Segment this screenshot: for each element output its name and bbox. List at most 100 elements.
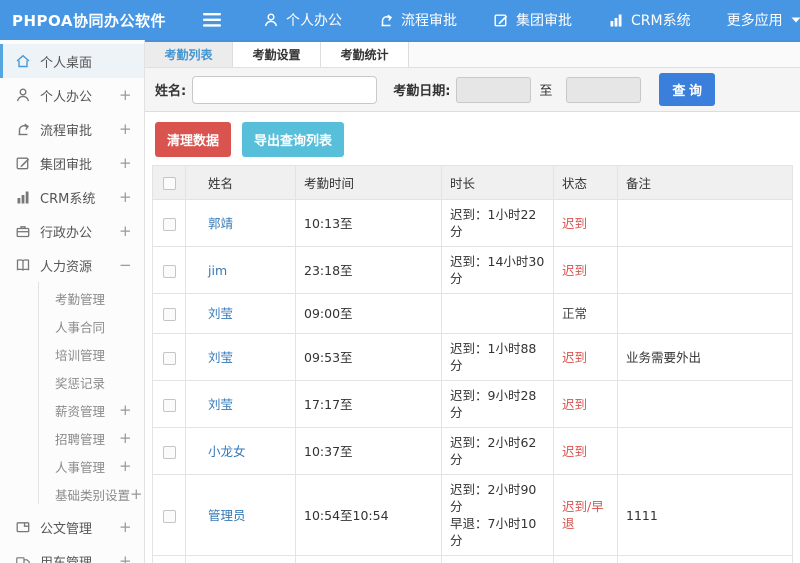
attendance-date-label: 考勤日期: (393, 84, 451, 99)
expand-plus[interactable]: + (119, 120, 132, 138)
bar-chart-icon (608, 12, 624, 28)
status-cell: 迟到 (553, 380, 618, 428)
expand-plus[interactable]: + (119, 86, 132, 104)
duration-cell: 迟到：9小时28分 (441, 380, 554, 428)
nav-personal-office[interactable]: 个人办公 (263, 10, 342, 30)
expand-plus[interactable]: + (119, 429, 132, 447)
select-all-checkbox[interactable] (162, 177, 176, 190)
sidebar-subitem-personnel-contract[interactable]: 人事合同 (0, 312, 144, 340)
sidebar-item-label: CRM系统 (40, 191, 96, 207)
status-badge: 迟到 (562, 215, 588, 231)
row-checkbox[interactable] (162, 509, 176, 523)
status-badge: 迟到 (562, 349, 588, 365)
query-button[interactable]: 查 询 (659, 73, 716, 106)
sidebar-item-label: 用车管理 (40, 555, 93, 563)
clean-data-button[interactable]: 清理数据 (155, 122, 232, 157)
row-checkbox[interactable] (162, 217, 176, 231)
duration-cell: 迟到：1小时22分 (441, 199, 554, 247)
expand-plus[interactable]: + (119, 457, 132, 475)
hamburger-menu-icon[interactable] (203, 13, 221, 27)
sidebar-item-label: 流程审批 (40, 123, 93, 139)
nav-workflow-approval[interactable]: 流程审批 (378, 10, 457, 30)
expand-plus[interactable]: + (119, 188, 132, 206)
table-row: jim 23:18至 迟到：14小时30分 迟到 (152, 246, 793, 294)
truck-icon (15, 553, 31, 563)
date-to-input[interactable] (566, 76, 642, 103)
status-cell: 迟到 (553, 333, 618, 381)
sidebar-item-human-resources[interactable]: 人力资源 − (0, 248, 144, 282)
attendance-table: 姓名 考勤时间 时长 状态 备注 郭靖 10:13至 迟到：1小时22分 迟到 (152, 165, 793, 563)
person-icon (15, 87, 31, 103)
row-checkbox[interactable] (162, 445, 176, 459)
row-checkbox[interactable] (162, 308, 176, 321)
row-checkbox[interactable] (162, 351, 176, 365)
status-cell: 迟到 (553, 555, 618, 563)
sidebar-item-group-approval[interactable]: 集团审批 + (0, 146, 144, 180)
duration-cell: 迟到：56分 (441, 555, 554, 563)
note-cell (617, 246, 793, 294)
attendance-time-cell: 09:53至 (295, 333, 442, 381)
caret-down-icon (790, 15, 800, 25)
nav-label: 更多应用 (726, 13, 783, 29)
note-cell: 1111 (617, 474, 793, 556)
nav-crm-system[interactable]: CRM系统 (608, 10, 691, 30)
home-icon (15, 53, 31, 69)
sidebar-item-label: 集团审批 (40, 157, 93, 173)
expand-plus[interactable]: + (130, 485, 143, 503)
note-cell (617, 555, 793, 563)
tab-attendance-list[interactable]: 考勤列表 (145, 42, 233, 67)
duration-cell: 迟到：14小时30分 (441, 246, 554, 294)
expand-plus[interactable]: + (119, 154, 132, 172)
row-checkbox[interactable] (162, 264, 176, 278)
expand-plus[interactable]: + (119, 222, 132, 240)
attendance-time-cell: 17:17至 (295, 380, 442, 428)
sidebar-subitem-base-category-settings[interactable]: 基础类别设置 + (0, 480, 144, 508)
duration-cell: 迟到：2小时62分 (441, 427, 554, 475)
employee-name-link[interactable]: 刘莹 (208, 306, 233, 321)
nav-more-apps[interactable]: 更多应用 (727, 10, 800, 30)
expand-plus[interactable]: + (119, 401, 132, 419)
tab-attendance-statistics[interactable]: 考勤统计 (321, 42, 409, 67)
table-row: 小龙女 10:37至 迟到：2小时62分 迟到 (152, 427, 793, 475)
sidebar-item-personal-desktop[interactable]: 个人桌面 (0, 44, 144, 78)
expand-minus[interactable]: − (119, 256, 132, 274)
sidebar-subitem-salary-management[interactable]: 薪资管理 + (0, 396, 144, 424)
sidebar-subitem-training-management[interactable]: 培训管理 (0, 340, 144, 368)
tab-attendance-settings[interactable]: 考勤设置 (233, 42, 321, 67)
note-cell (617, 199, 793, 247)
sidebar-subitem-personnel-management[interactable]: 人事管理 + (0, 452, 144, 480)
date-from-input[interactable] (456, 76, 532, 103)
status-cell: 迟到 (553, 427, 618, 475)
sidebar-item-personal-office[interactable]: 个人办公 + (0, 78, 144, 112)
sidebar-item-label: 行政办公 (40, 225, 93, 241)
sidebar-item-document-management[interactable]: 公文管理 + (0, 510, 144, 544)
sidebar-subitem-recruitment-management[interactable]: 招聘管理 + (0, 424, 144, 452)
export-list-button[interactable]: 导出查询列表 (242, 122, 345, 157)
note-cell: 业务需要外出 (617, 333, 793, 381)
employee-name-link[interactable]: 小龙女 (208, 444, 246, 459)
employee-name-link[interactable]: 刘莹 (208, 397, 233, 412)
expand-plus[interactable]: + (119, 518, 132, 536)
sidebar-item-vehicle-management[interactable]: 用车管理 + (0, 544, 144, 563)
duration-cell: 迟到：2小时90分 早退：7小时10分 (441, 474, 554, 556)
sidebar-item-crm-system[interactable]: CRM系统 + (0, 180, 144, 214)
expand-plus[interactable]: + (119, 552, 132, 563)
employee-name-link[interactable]: jim (208, 263, 227, 278)
nav-label: CRM系统 (631, 13, 691, 29)
sidebar-item-label: 个人桌面 (40, 55, 93, 71)
attendance-time-cell: 10:13至 (295, 199, 442, 247)
sidebar-subitem-reward-punishment[interactable]: 奖惩记录 (0, 368, 144, 396)
sidebar-item-workflow-approval[interactable]: 流程审批 + (0, 112, 144, 146)
person-icon (263, 12, 279, 28)
employee-name-link[interactable]: 郭靖 (208, 216, 233, 231)
sidebar-item-administrative-office[interactable]: 行政办公 + (0, 214, 144, 248)
row-checkbox[interactable] (162, 398, 176, 412)
nav-label: 流程审批 (401, 13, 457, 29)
nav-group-approval[interactable]: 集团审批 (493, 10, 572, 30)
name-input[interactable] (192, 75, 378, 104)
table-header-row: 姓名 考勤时间 时长 状态 备注 (152, 165, 793, 200)
employee-name-link[interactable]: 刘莹 (208, 350, 233, 365)
employee-name-link[interactable]: 管理员 (208, 508, 246, 523)
header-note: 备注 (617, 165, 793, 200)
sidebar-subitem-attendance-management[interactable]: 考勤管理 (0, 284, 144, 312)
